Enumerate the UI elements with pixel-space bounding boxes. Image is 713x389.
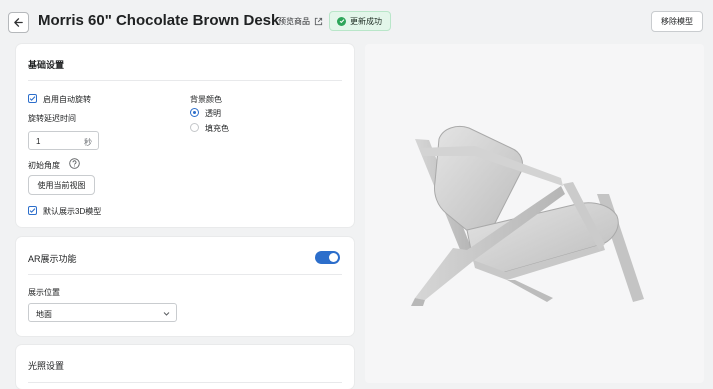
check-circle-icon: [337, 16, 346, 26]
display-position-select[interactable]: 地面: [28, 303, 177, 322]
background-color-label: 背景颜色: [190, 95, 222, 104]
chair-3d-model: [411, 125, 644, 306]
rotate-delay-label: 旋转延迟时间: [28, 114, 76, 123]
divider: [28, 80, 342, 81]
checkmark-icon: [29, 96, 36, 101]
status-badge: 更新成功: [329, 11, 391, 31]
rotate-delay-value: 1: [36, 137, 41, 146]
remove-model-button[interactable]: 移除模型: [651, 11, 703, 32]
display-position-label: 展示位置: [28, 288, 60, 297]
auto-rotate-checkbox[interactable]: [28, 94, 37, 103]
background-fill-label: 填充色: [205, 124, 229, 133]
preview-product-link[interactable]: 预览商品: [278, 16, 323, 27]
initial-angle-label: 初始角度: [28, 161, 60, 170]
default-3d-label: 默认展示3D模型: [43, 207, 102, 216]
ar-settings-card: AR展示功能 展示位置 地面: [16, 237, 354, 336]
status-badge-text: 更新成功: [350, 16, 382, 26]
divider: [28, 274, 342, 275]
arrow-left-icon: [14, 18, 23, 27]
help-circle-icon[interactable]: [69, 158, 80, 169]
ar-toggle[interactable]: [315, 251, 340, 264]
rotate-delay-unit: 秒: [84, 138, 92, 147]
model-viewer[interactable]: [365, 44, 704, 383]
basic-settings-card: 基础设置 启用自动旋转 旋转延迟时间 1 秒 背景颜色 透明 填充色 初始角度 …: [16, 44, 354, 227]
checkmark-icon: [29, 208, 36, 213]
rotate-delay-input[interactable]: 1 秒: [28, 131, 99, 150]
page-title: Morris 60" Chocolate Brown Desk: [38, 12, 280, 29]
lighting-settings-card: 光照设置: [16, 345, 354, 389]
external-link-icon: [314, 17, 323, 26]
basic-settings-title: 基础设置: [28, 60, 65, 70]
page-header: Morris 60" Chocolate Brown Desk 预览商品 更新成…: [0, 0, 713, 44]
display-position-value: 地面: [36, 310, 52, 319]
preview-label: 预览商品: [278, 17, 310, 26]
lighting-settings-title: 光照设置: [28, 361, 65, 371]
background-transparent-radio[interactable]: [190, 108, 199, 117]
chevron-down-icon: [163, 312, 170, 316]
background-fill-radio[interactable]: [190, 123, 199, 132]
background-transparent-label: 透明: [205, 109, 221, 118]
ar-settings-title: AR展示功能: [28, 254, 77, 264]
use-current-view-button[interactable]: 使用当前视图: [28, 175, 95, 195]
default-3d-checkbox[interactable]: [28, 206, 37, 215]
divider: [28, 382, 342, 383]
back-button[interactable]: [8, 12, 29, 33]
auto-rotate-label: 启用自动旋转: [43, 95, 91, 104]
